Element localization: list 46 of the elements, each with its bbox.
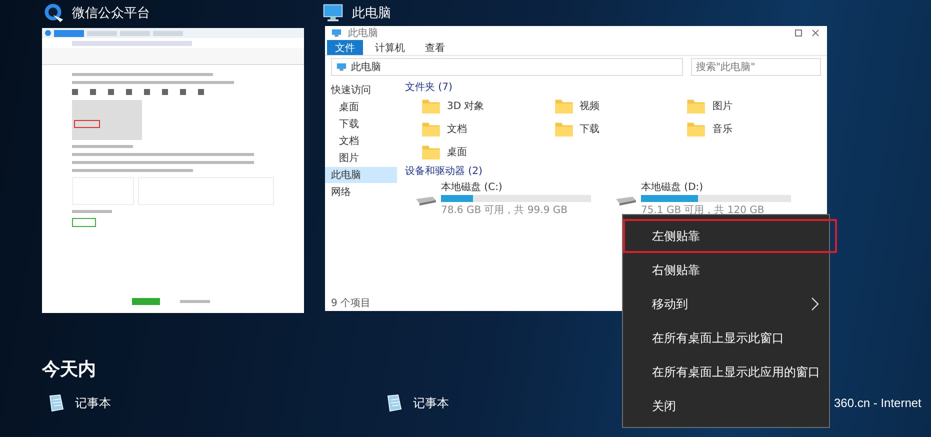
menu-item[interactable]: 在所有桌面上显示此窗口 (623, 321, 829, 355)
folder-name[interactable]: 下载 (580, 122, 600, 136)
folder-name[interactable]: 图片 (712, 99, 732, 113)
nav-item[interactable]: 网络 (325, 184, 397, 200)
maximize-icon[interactable] (793, 28, 804, 38)
notepad-icon (385, 394, 403, 412)
status-text: 9 个项目 (330, 297, 372, 311)
drive-space: 78.6 GB 可用，共 99.9 GB (441, 204, 568, 217)
window-title: 微信公众平台 (72, 5, 150, 22)
browser-window-thumbnail-drawing[interactable] (42, 28, 304, 313)
ribbon-tab[interactable]: 计算机 (367, 40, 413, 55)
nav-item[interactable]: 快速访问 (325, 82, 397, 98)
menu-item[interactable]: 在所有桌面上显示此应用的窗口 (623, 355, 829, 389)
drive-name[interactable]: 本地磁盘 (D:) (641, 180, 791, 194)
ribbon-tab[interactable]: 文件 (327, 40, 363, 55)
notepad-icon (47, 394, 65, 412)
close-icon[interactable] (810, 28, 821, 38)
drive-name[interactable]: 本地磁盘 (C:) (441, 180, 591, 194)
nav-item[interactable]: 图片 (325, 150, 397, 166)
menu-item[interactable]: 左侧贴靠 (623, 219, 837, 253)
folder-name[interactable]: 文档 (447, 122, 467, 136)
folder-name[interactable]: 视频 (580, 99, 600, 113)
address-bar[interactable]: 此电脑 (331, 58, 683, 76)
window-title: 此电脑 (352, 5, 391, 22)
timeline-item[interactable]: 360.cn - Internet (834, 392, 931, 414)
menu-item[interactable]: 右侧贴靠 (623, 253, 829, 287)
menu-item[interactable]: 关闭 (623, 389, 829, 423)
nav-item[interactable]: 此电脑 (325, 167, 397, 183)
section-heading: 文件夹 (7) (405, 80, 454, 94)
computer-icon (322, 2, 344, 24)
computer-icon (336, 62, 347, 72)
folder-name[interactable]: 音乐 (712, 122, 732, 136)
search-field[interactable]: 搜索"此电脑" (691, 58, 821, 76)
nav-item[interactable]: 下载 (325, 116, 397, 132)
explorer-title: 此电脑 (348, 26, 378, 40)
section-heading: 今天内 (42, 358, 96, 382)
section-heading: 设备和驱动器 (2) (405, 164, 484, 178)
drive-space: 75.1 GB 可用，共 120 GB (641, 204, 766, 217)
ribbon-tab[interactable]: 查看 (417, 40, 453, 55)
nav-item[interactable]: 文档 (325, 133, 397, 149)
nav-item[interactable]: 桌面 (325, 99, 397, 115)
folder-name[interactable]: 3D 对象 (447, 99, 484, 113)
folder-name[interactable]: 桌面 (447, 145, 467, 159)
app-logo-icon (42, 2, 64, 24)
computer-icon (331, 28, 342, 38)
timeline-item[interactable]: 记事本 (47, 392, 385, 414)
